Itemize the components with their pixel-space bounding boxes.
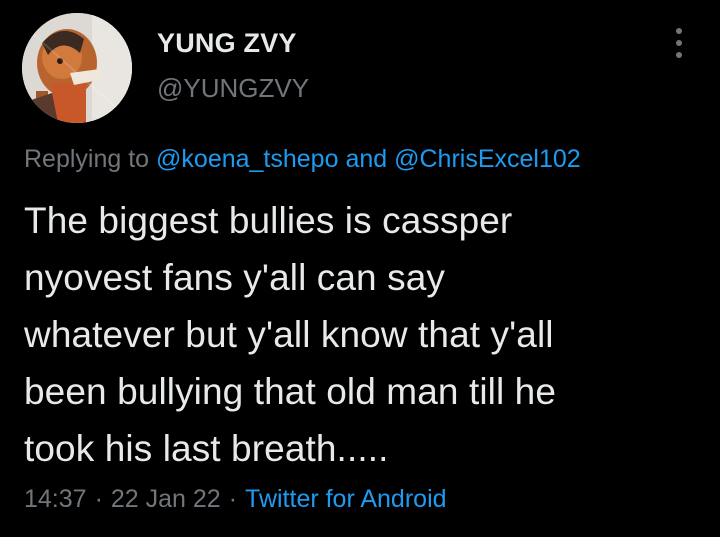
dot-icon — [676, 40, 682, 46]
user-handle[interactable]: @YUNGZVY — [157, 73, 309, 104]
reply-mention-koena[interactable]: @koena_tshepo — [156, 145, 338, 173]
tweet-text: The biggest bullies is cassper nyovest f… — [24, 192, 694, 477]
replying-to-line: Replying to @koena_tshepo and @ChrisExce… — [24, 145, 581, 174]
tweet-text-line: took his last breath..... — [24, 428, 389, 469]
meta-separator: · — [94, 485, 103, 513]
avatar[interactable] — [22, 13, 132, 123]
tweet-card: YUNG ZVY @YUNGZVY Replying to @koena_tsh… — [0, 0, 720, 537]
tweet-time[interactable]: 14:37 — [24, 485, 87, 513]
reply-mention-chris[interactable]: @ChrisExcel102 — [394, 145, 581, 173]
reply-and: and — [345, 145, 388, 173]
tweet-text-line: been bullying that old man till he — [24, 371, 557, 412]
dot-icon — [676, 52, 682, 58]
tweet-source[interactable]: Twitter for Android — [245, 485, 446, 513]
tweet-text-line: whatever but y'all know that y'all — [24, 314, 554, 355]
tweet-meta: 14:37 · 22 Jan 22 · Twitter for Android — [24, 485, 447, 514]
tweet-text-line: nyovest fans y'all can say — [24, 257, 445, 298]
dot-icon — [676, 28, 682, 34]
meta-separator: · — [228, 485, 238, 513]
more-options-icon[interactable] — [668, 26, 690, 60]
replying-prefix: Replying to — [24, 145, 150, 173]
display-name[interactable]: YUNG ZVY — [157, 28, 297, 59]
avatar-image — [22, 13, 132, 123]
tweet-date[interactable]: 22 Jan 22 — [111, 485, 221, 513]
tweet-text-line: The biggest bullies is cassper — [24, 200, 513, 241]
